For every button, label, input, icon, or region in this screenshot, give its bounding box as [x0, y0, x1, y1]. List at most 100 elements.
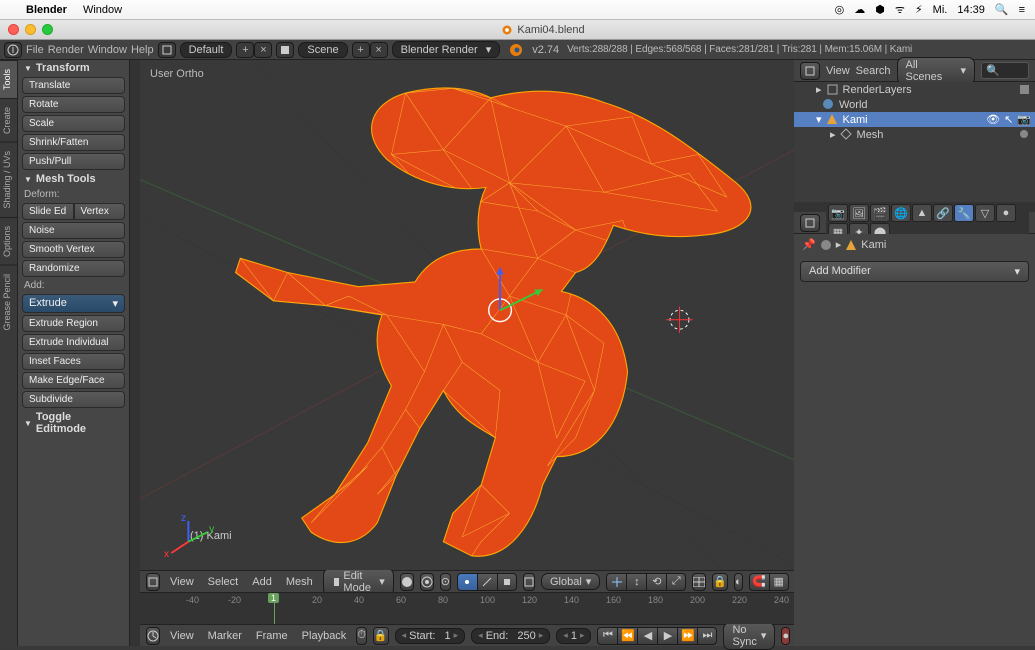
start-frame-field[interactable]: ◂Start: 1▸ [395, 628, 466, 644]
wifi-icon[interactable]: ᯤ [895, 2, 905, 17]
lock-range-button[interactable]: 🔒 [373, 627, 389, 645]
tab-material[interactable]: ● [996, 204, 1016, 222]
outliner-row-mesh[interactable]: ▸Mesh [794, 127, 1035, 142]
breadcrumb-object[interactable]: Kami [861, 239, 886, 251]
outliner-filter-dropdown[interactable]: All Scenes▾ [897, 57, 975, 85]
prop-edit-button[interactable]: ◐ [734, 573, 743, 591]
play-button[interactable]: ▶ [657, 627, 677, 645]
add-screen-button[interactable]: + [236, 42, 254, 58]
remove-scene-button[interactable]: × [370, 42, 388, 58]
tab-object[interactable]: ▲ [912, 204, 932, 222]
smooth-vertex-button[interactable]: Smooth Vertex [22, 241, 125, 258]
engine-dropdown[interactable]: Blender Render▾ [392, 41, 501, 58]
noise-button[interactable]: Noise [22, 222, 125, 239]
current-frame-field[interactable]: ◂1▸ [556, 628, 591, 644]
toolshelf-scrollbar[interactable] [130, 60, 140, 646]
snap-toggle[interactable]: 🧲 [749, 573, 769, 591]
cc-icon[interactable]: ◎ [835, 3, 845, 16]
lock-camera-button[interactable]: 🔒 [712, 573, 728, 591]
tab-tools[interactable]: Tools [0, 60, 17, 98]
end-frame-field[interactable]: ◂End: 250▸ [471, 628, 550, 644]
editor-type-icon[interactable] [146, 573, 160, 591]
menu-window[interactable]: Window [83, 4, 122, 16]
tl-playback[interactable]: Playback [298, 630, 351, 642]
vertex-select-button[interactable] [457, 573, 477, 591]
selectable-cursor-icon[interactable]: ↖ [1004, 113, 1013, 126]
menu-select[interactable]: Select [204, 576, 243, 588]
zoom-window-button[interactable] [42, 24, 53, 35]
tab-create[interactable]: Create [0, 98, 17, 142]
menu-mesh[interactable]: Mesh [282, 576, 317, 588]
outliner-search-input[interactable]: 🔍 [981, 62, 1029, 79]
scale-manip-button[interactable]: ⤢ [666, 573, 686, 591]
extrude-individual-button[interactable]: Extrude Individual [22, 334, 125, 351]
toggle-editmode-header[interactable]: Toggle Editmode [18, 409, 129, 437]
outliner-row-kami[interactable]: ▾Kami👁↖📷 [794, 112, 1035, 127]
pivot-indiv-button[interactable]: ⊙ [440, 573, 451, 591]
extrude-dropdown[interactable]: Extrude▾ [22, 294, 125, 313]
scene-dropdown[interactable]: Scene [298, 42, 347, 58]
properties-editor-icon[interactable] [800, 214, 820, 232]
snap-type-dropdown[interactable]: ▦ [769, 573, 789, 591]
tl-view[interactable]: View [166, 630, 198, 642]
randomize-button[interactable]: Randomize [22, 260, 125, 277]
menu-time[interactable]: 14:39 [957, 4, 985, 16]
translate-button[interactable]: Translate [22, 77, 125, 94]
minimize-window-button[interactable] [25, 24, 36, 35]
screen-layout-dropdown[interactable]: Default [180, 42, 233, 58]
extrude-region-button[interactable]: Extrude Region [22, 315, 125, 332]
outliner-search-menu[interactable]: Search [856, 65, 891, 77]
tab-options[interactable]: Options [0, 217, 17, 265]
battery-icon[interactable]: ⚡︎ [915, 3, 923, 16]
menu-help[interactable]: Help [131, 44, 154, 56]
make-edge-face-button[interactable]: Make Edge/Face [22, 372, 125, 389]
dropbox-icon[interactable]: ⬢ [875, 3, 885, 16]
spotlight-icon[interactable]: 🔍 [995, 3, 1009, 16]
face-select-button[interactable] [497, 573, 517, 591]
menu-render[interactable]: Render [48, 44, 84, 56]
tab-constraints[interactable]: 🔗 [933, 204, 953, 222]
subdivide-button[interactable]: Subdivide [22, 391, 125, 408]
auto-keyframe-button[interactable]: ● [781, 627, 790, 645]
outliner-editor-icon[interactable] [800, 62, 820, 80]
menu-add[interactable]: Add [248, 576, 276, 588]
scene-browse-button[interactable] [276, 42, 294, 58]
transform-header[interactable]: Transform [18, 60, 129, 76]
viewport-3d[interactable]: User Ortho (1) Kami [140, 60, 794, 570]
jump-end-button[interactable]: ⏭ [697, 627, 717, 645]
shading-dropdown[interactable] [400, 573, 414, 591]
add-scene-button[interactable]: + [352, 42, 370, 58]
timeline-editor-icon[interactable] [146, 627, 160, 645]
outliner-tree[interactable]: ▸RenderLayers World ▾Kami👁↖📷 ▸Mesh [794, 82, 1035, 202]
translate-manip-button[interactable]: ↕ [626, 573, 646, 591]
current-frame-indicator[interactable] [274, 593, 275, 624]
rotate-manip-button[interactable]: ⟲ [646, 573, 666, 591]
pin-icon[interactable]: 📌 [802, 238, 816, 251]
tab-scene[interactable]: 🎬 [870, 204, 890, 222]
info-editor-icon[interactable]: i [4, 42, 22, 58]
rotate-button[interactable]: Rotate [22, 96, 125, 113]
orientation-dropdown[interactable]: Global▾ [541, 573, 600, 590]
visibility-eye-icon[interactable]: 👁 [986, 113, 1000, 126]
play-reverse-button[interactable]: ◀ [637, 627, 657, 645]
remove-screen-button[interactable]: × [254, 42, 272, 58]
menu-window-2[interactable]: Window [88, 44, 127, 56]
close-window-button[interactable] [8, 24, 19, 35]
edge-select-button[interactable] [477, 573, 497, 591]
inset-faces-button[interactable]: Inset Faces [22, 353, 125, 370]
tl-marker[interactable]: Marker [204, 630, 246, 642]
keyframe-prev-button[interactable]: ⏪ [617, 627, 637, 645]
layers-button[interactable] [692, 573, 706, 591]
screen-browse-button[interactable] [158, 42, 176, 58]
scale-button[interactable]: Scale [22, 115, 125, 132]
use-preview-range-button[interactable]: ⏱ [356, 627, 367, 645]
outliner-view-menu[interactable]: View [826, 65, 850, 77]
renderable-camera-icon[interactable]: 📷 [1017, 113, 1031, 126]
sync-dropdown[interactable]: No Sync▾ [723, 622, 775, 650]
menu-day[interactable]: Mi. [933, 4, 948, 16]
app-name[interactable]: Blender [26, 4, 67, 16]
cloud-icon[interactable]: ☁ [854, 3, 865, 16]
notifications-icon[interactable]: ≡ [1019, 4, 1025, 16]
tab-data[interactable]: ▽ [975, 204, 995, 222]
outliner-row-renderlayers[interactable]: ▸RenderLayers [794, 82, 1035, 97]
